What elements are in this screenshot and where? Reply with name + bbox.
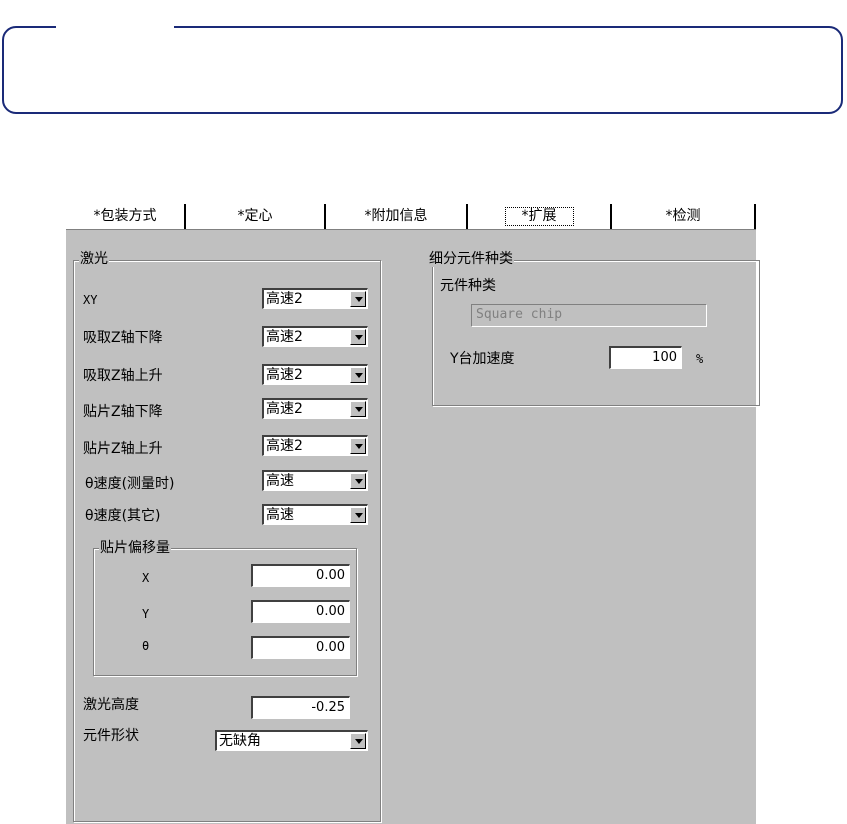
offset-x-label: X <box>142 571 150 585</box>
place-z-down-select[interactable]: 高速2 <box>262 398 368 419</box>
xy-label: XY <box>83 293 98 307</box>
theta-other-label: θ速度(其它) <box>85 508 161 524</box>
place-z-up-label: 贴片Z轴上升 <box>83 441 163 457</box>
offset-group-title: 贴片偏移量 <box>99 540 171 556</box>
tab-additional-info[interactable]: *附加信息 <box>326 204 468 229</box>
tab-inspection[interactable]: *检测 <box>612 204 756 229</box>
offset-x-input[interactable]: 0.00 <box>251 564 350 587</box>
chevron-down-icon[interactable] <box>350 733 366 749</box>
laser-group-title: 激光 <box>79 251 109 267</box>
tab-centering[interactable]: *定心 <box>186 204 326 229</box>
tab-panel: 激光 XY 高速2 吸取Z轴下降 高速2 吸取Z轴上升 高速2 贴片Z轴下降 高… <box>66 230 760 824</box>
y-accel-input[interactable]: 100 <box>609 346 682 369</box>
offset-theta-label: θ <box>142 639 150 653</box>
chevron-down-icon[interactable] <box>350 401 366 417</box>
chevron-down-icon[interactable] <box>350 291 366 307</box>
tab-extension[interactable]: *扩展 <box>468 204 612 229</box>
offset-y-label: Y <box>142 607 150 621</box>
offset-theta-input[interactable]: 0.00 <box>251 636 350 659</box>
pick-z-down-select[interactable]: 高速2 <box>262 326 368 347</box>
laser-height-label: 激光高度 <box>83 697 139 713</box>
pick-z-up-label: 吸取Z轴上升 <box>83 368 163 384</box>
chevron-down-icon[interactable] <box>350 329 366 345</box>
chevron-down-icon[interactable] <box>350 438 366 454</box>
pick-z-down-label: 吸取Z轴下降 <box>83 330 163 346</box>
theta-other-select[interactable]: 高速 <box>262 504 368 525</box>
component-shape-label: 元件形状 <box>83 728 139 744</box>
place-z-down-label: 贴片Z轴下降 <box>83 404 163 420</box>
tab-strip: *包装方式 *定心 *附加信息 *扩展 *检测 <box>66 204 756 230</box>
top-group-frame <box>2 26 843 114</box>
place-z-up-select[interactable]: 高速2 <box>262 435 368 456</box>
tab-packaging[interactable]: *包装方式 <box>66 204 186 229</box>
chevron-down-icon[interactable] <box>350 367 366 383</box>
chevron-down-icon[interactable] <box>350 473 366 489</box>
subdivision-group-title: 细分元件种类 <box>428 251 514 267</box>
component-shape-select[interactable]: 无缺角 <box>215 730 368 751</box>
chevron-down-icon[interactable] <box>350 507 366 523</box>
component-type-field: Square chip <box>471 304 707 327</box>
theta-measure-select[interactable]: 高速 <box>262 470 368 491</box>
component-type-label: 元件种类 <box>440 278 496 294</box>
xy-speed-select[interactable]: 高速2 <box>262 288 368 309</box>
y-accel-unit: % <box>696 352 704 366</box>
offset-y-input[interactable]: 0.00 <box>251 600 350 623</box>
y-accel-label: Y台加速度 <box>450 351 515 367</box>
theta-measure-label: θ速度(测量时) <box>85 476 175 492</box>
top-group-title-gap <box>56 22 174 32</box>
laser-height-input[interactable]: -0.25 <box>251 696 350 719</box>
pick-z-up-select[interactable]: 高速2 <box>262 364 368 385</box>
